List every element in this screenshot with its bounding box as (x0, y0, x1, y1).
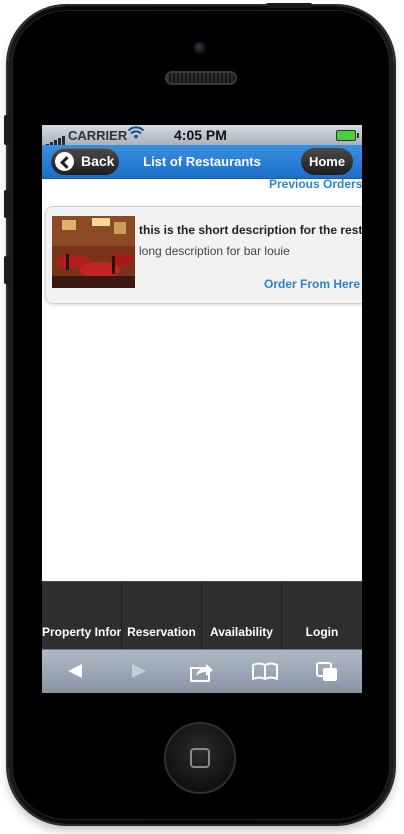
home-button[interactable]: Home (301, 148, 353, 175)
restaurant-card[interactable]: this is the short description for the re… (45, 206, 362, 304)
home-hardware-button[interactable] (164, 722, 236, 794)
forward-arrow-icon[interactable] (130, 662, 148, 685)
restaurant-thumbnail (52, 216, 135, 288)
home-square-icon (190, 748, 210, 768)
back-button[interactable]: Back (51, 148, 119, 175)
restaurant-long-description: long description for bar louie (139, 244, 290, 258)
status-bar: CARRIER 4:05 PM (42, 125, 362, 147)
tabs-icon[interactable] (316, 662, 338, 687)
power-button (266, 3, 312, 8)
volume-up-button (4, 190, 9, 218)
carrier-name: CARRIER (68, 128, 128, 143)
header-bar: Back List of Restaurants Home (42, 145, 362, 179)
screen: CARRIER 4:05 PM Back List of Restaurants… (42, 125, 362, 693)
tab-bar: Property Information Reservation Availab… (42, 581, 362, 649)
chevron-left-icon (60, 156, 73, 169)
order-from-here-link[interactable]: Order From Here (264, 277, 360, 291)
bookmarks-icon[interactable] (252, 662, 278, 685)
tab-property-information[interactable]: Property Information (42, 582, 122, 649)
tab-reservation[interactable]: Reservation (122, 582, 202, 649)
battery-icon (336, 130, 359, 141)
mute-switch (4, 115, 9, 145)
status-time: 4:05 PM (174, 127, 227, 143)
back-circle-icon (55, 152, 74, 171)
previous-orders-link[interactable]: Previous Orders (269, 177, 362, 191)
tab-label: Reservation (127, 625, 196, 639)
share-icon[interactable] (190, 662, 214, 687)
browser-toolbar (42, 649, 362, 693)
wifi-icon (127, 126, 145, 143)
front-camera (194, 42, 206, 54)
tab-label: Login (305, 625, 339, 639)
tab-availability[interactable]: Availability (202, 582, 282, 649)
earpiece-speaker (165, 71, 237, 85)
volume-down-button (4, 256, 9, 284)
back-arrow-icon[interactable] (66, 662, 84, 685)
tab-label: Availability (210, 625, 273, 639)
restaurant-short-description: this is the short description for the re… (139, 223, 362, 237)
tab-login[interactable]: Login (282, 582, 362, 649)
tab-label: Property Information (42, 625, 121, 639)
back-button-label: Back (81, 153, 115, 169)
page-title: List of Restaurants (143, 154, 261, 169)
